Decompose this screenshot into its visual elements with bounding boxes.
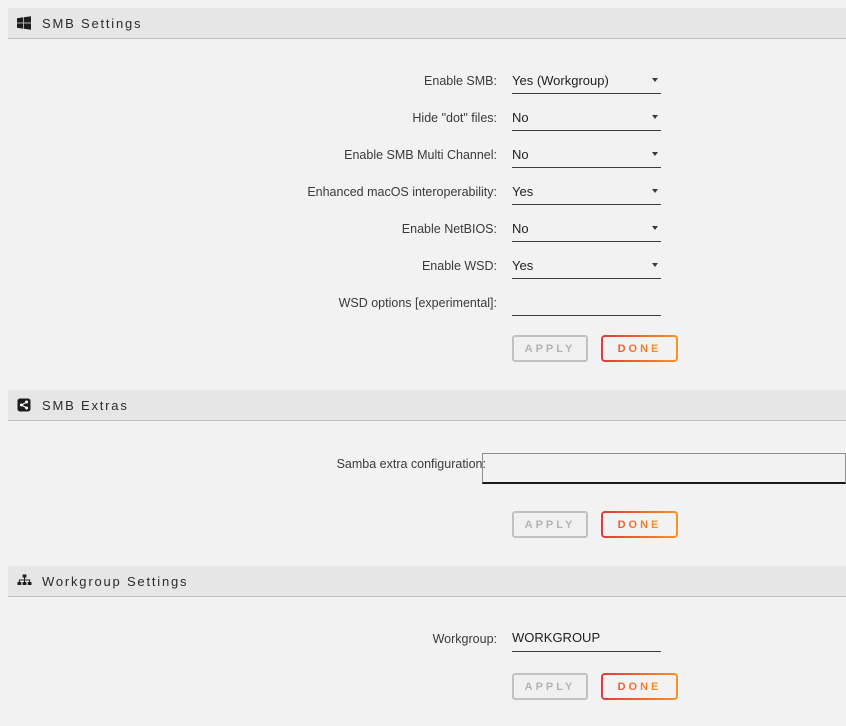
apply-button[interactable]: APPLY	[512, 511, 588, 538]
done-button-face: DONE	[603, 337, 676, 360]
done-button-label: DONE	[618, 681, 662, 693]
done-button-face: DONE	[603, 675, 676, 698]
samba-extra-textarea[interactable]	[482, 453, 846, 484]
macos-interop-select[interactable]: Yes	[512, 179, 661, 205]
enable-smb-label: Enable SMB:	[0, 74, 497, 88]
apply-button[interactable]: APPLY	[512, 335, 588, 362]
caret-down-icon	[652, 189, 658, 193]
field-row-wsd-options: WSD options [experimental]:	[0, 284, 846, 321]
windows-icon	[17, 16, 32, 30]
wsd-options-input[interactable]	[512, 290, 661, 316]
select-value: No	[512, 110, 529, 125]
section-header-workgroup-settings: Workgroup Settings	[8, 566, 846, 597]
field-row-enable-smb: Enable SMB: Yes (Workgroup)	[0, 62, 846, 99]
select-value: No	[512, 221, 529, 236]
netbios-label: Enable NetBIOS:	[0, 222, 497, 236]
multi-channel-label: Enable SMB Multi Channel:	[0, 148, 497, 162]
section-smb-settings: SMB Settings Enable SMB: Yes (Workgroup)…	[0, 8, 846, 362]
workgroup-label: Workgroup:	[0, 632, 497, 646]
workgroup-form: Workgroup: APPLY DONE	[0, 597, 846, 700]
select-value: Yes	[512, 184, 533, 199]
caret-down-icon	[652, 115, 658, 119]
share-icon	[17, 398, 32, 412]
apply-button[interactable]: APPLY	[512, 673, 588, 700]
done-button[interactable]: DONE	[601, 335, 678, 362]
workgroup-actions: APPLY DONE	[512, 673, 846, 700]
done-button[interactable]: DONE	[601, 511, 678, 538]
netbios-select[interactable]: No	[512, 216, 661, 242]
smb-settings-form: Enable SMB: Yes (Workgroup) Hide "dot" f…	[0, 39, 846, 362]
workgroup-input[interactable]	[512, 626, 661, 652]
smb-settings-page: SMB Settings Enable SMB: Yes (Workgroup)…	[0, 8, 846, 700]
sitemap-icon	[17, 574, 32, 588]
section-header-smb-settings: SMB Settings	[8, 8, 846, 39]
select-value: Yes (Workgroup)	[512, 73, 609, 88]
caret-down-icon	[652, 226, 658, 230]
enable-smb-select[interactable]: Yes (Workgroup)	[512, 68, 661, 94]
done-button-label: DONE	[618, 343, 662, 355]
section-header-smb-extras: SMB Extras	[8, 390, 846, 421]
field-row-samba-extra: Samba extra configuration:	[0, 453, 846, 484]
section-workgroup-settings: Workgroup Settings Workgroup: APPLY DONE	[0, 566, 846, 700]
smb-extras-form: Samba extra configuration: APPLY DONE	[0, 453, 846, 538]
hide-dot-files-select[interactable]: No	[512, 105, 661, 131]
done-button[interactable]: DONE	[601, 673, 678, 700]
select-value: No	[512, 147, 529, 162]
samba-extra-label: Samba extra configuration:	[0, 453, 486, 484]
field-row-workgroup: Workgroup:	[0, 620, 846, 657]
done-button-label: DONE	[618, 519, 662, 531]
wsd-options-label: WSD options [experimental]:	[0, 296, 497, 310]
field-row-multi-channel: Enable SMB Multi Channel: No	[0, 136, 846, 173]
multi-channel-select[interactable]: No	[512, 142, 661, 168]
caret-down-icon	[652, 152, 658, 156]
select-value: Yes	[512, 258, 533, 273]
smb-settings-actions: APPLY DONE	[512, 335, 846, 362]
caret-down-icon	[652, 263, 658, 267]
smb-extras-actions: APPLY DONE	[512, 511, 846, 538]
hide-dot-files-label: Hide "dot" files:	[0, 111, 497, 125]
field-row-macos-interop: Enhanced macOS interoperability: Yes	[0, 173, 846, 210]
field-row-netbios: Enable NetBIOS: No	[0, 210, 846, 247]
section-title: Workgroup Settings	[42, 574, 188, 589]
caret-down-icon	[652, 78, 658, 82]
field-row-hide-dot-files: Hide "dot" files: No	[0, 99, 846, 136]
section-title: SMB Extras	[42, 398, 129, 413]
wsd-select[interactable]: Yes	[512, 253, 661, 279]
section-title: SMB Settings	[42, 16, 142, 31]
wsd-label: Enable WSD:	[0, 259, 497, 273]
section-smb-extras: SMB Extras Samba extra configuration: AP…	[0, 390, 846, 538]
done-button-face: DONE	[603, 513, 676, 536]
macos-interop-label: Enhanced macOS interoperability:	[0, 185, 497, 199]
field-row-wsd: Enable WSD: Yes	[0, 247, 846, 284]
